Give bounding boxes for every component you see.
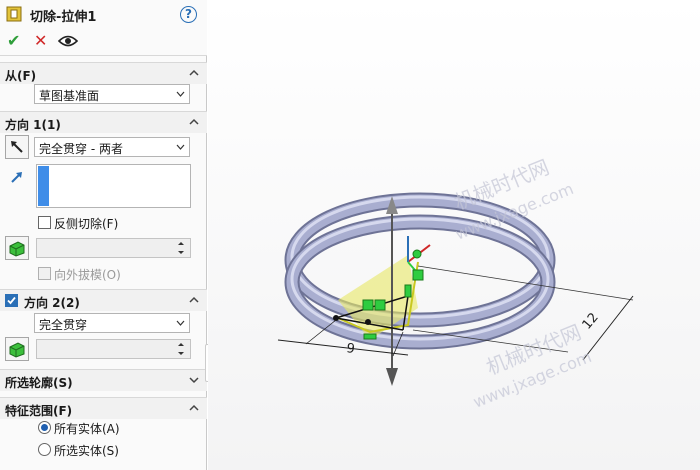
horizontal-relation-icon[interactable] <box>363 333 377 340</box>
flip-side-checkbox[interactable] <box>38 216 51 229</box>
from-section-label: 从(F) <box>5 69 37 83</box>
axis-arrow-down-icon[interactable] <box>386 368 398 386</box>
draft-angle-spinner[interactable] <box>36 238 191 258</box>
direction-reference-listbox[interactable] <box>36 164 191 208</box>
chevron-down-icon[interactable] <box>189 375 199 385</box>
flip-side-label: 反侧切除(F) <box>54 217 119 231</box>
feature-scope-section-header[interactable]: 特征范围(F) <box>0 397 207 419</box>
ok-button[interactable]: ✔ <box>7 33 20 49</box>
vertical-relation-icon[interactable] <box>404 284 412 298</box>
coincident-relation-icon[interactable] <box>412 269 424 281</box>
spin-up-icon[interactable] <box>174 239 188 248</box>
cut-extrude-icon <box>6 6 22 22</box>
spin-down-icon[interactable] <box>174 248 188 257</box>
draft2-angle-spinner[interactable] <box>36 339 191 359</box>
feature-title: 切除-拉伸1 <box>30 10 97 25</box>
model-viewport[interactable]: 9 12 机械时代网 www.jxage.com 机械时代网 www.jxage… <box>208 0 700 470</box>
direction1-end-condition-value: 完全贯穿 - 两者 <box>39 142 123 156</box>
draft-outward-label: 向外拔模(O) <box>54 268 121 282</box>
midpoint-relation-icon[interactable] <box>362 299 374 311</box>
chevron-down-icon <box>176 91 185 97</box>
graphics-area[interactable]: 9 12 机械时代网 www.jxage.com 机械时代网 www.jxage… <box>208 0 700 470</box>
direction2-section-header[interactable]: 方向 2(2) <box>0 289 207 311</box>
help-icon[interactable]: ? <box>180 6 197 23</box>
checkmark-icon <box>7 296 16 305</box>
cancel-button[interactable]: ✕ <box>34 33 47 49</box>
selected-contours-section-header[interactable]: 所选轮廓(S) <box>0 369 207 391</box>
draft-toggle-button[interactable] <box>5 236 29 260</box>
dimension-width-text[interactable]: 9 <box>345 341 355 357</box>
tangent-relation-icon[interactable] <box>374 299 386 311</box>
direction2-end-condition-value: 完全贯穿 <box>39 318 88 332</box>
reverse-direction-button[interactable] <box>5 135 29 159</box>
from-section-header[interactable]: 从(F) <box>0 62 207 84</box>
from-select-value: 草图基准面 <box>39 89 100 103</box>
feature-scope-label: 特征范围(F) <box>5 404 73 418</box>
chevron-down-icon <box>176 144 185 150</box>
origin-point-icon[interactable] <box>412 249 422 259</box>
property-manager-header: 切除-拉伸1 ? ✔ ✕ <box>0 0 207 56</box>
selected-contours-label: 所选轮廓(S) <box>5 376 73 390</box>
direction2-end-condition-select[interactable]: 完全贯穿 <box>34 313 190 333</box>
chevron-up-icon[interactable] <box>189 295 199 305</box>
selected-bodies-radio[interactable] <box>38 443 51 456</box>
draft-cube-icon <box>9 342 25 358</box>
property-manager: 切除-拉伸1 ? ✔ ✕ 从(F) 草图基准面 方向 1(1) 完全贯穿 - 两… <box>0 0 207 470</box>
selected-bodies-label: 所选实体(S) <box>54 444 119 458</box>
draft-outward-checkbox[interactable] <box>38 267 51 280</box>
direction-vector-icon <box>11 172 22 183</box>
spin-up-icon[interactable] <box>174 340 188 349</box>
spin-down-icon[interactable] <box>174 349 188 358</box>
dimension-length-text[interactable]: 12 <box>580 310 602 332</box>
reverse-arrow-icon <box>11 141 23 153</box>
draft2-toggle-button[interactable] <box>5 337 29 361</box>
direction1-section-header[interactable]: 方向 1(1) <box>0 111 207 133</box>
chevron-down-icon <box>176 320 185 326</box>
detailed-preview-eye-icon[interactable] <box>58 34 78 48</box>
draft-cube-icon <box>9 241 25 257</box>
chevron-up-icon[interactable] <box>189 403 199 413</box>
chevron-up-icon[interactable] <box>189 117 199 127</box>
direction2-checkbox[interactable] <box>5 294 18 307</box>
all-bodies-label: 所有实体(A) <box>54 422 120 436</box>
direction2-section-label: 方向 2(2) <box>24 296 80 310</box>
sketch-point[interactable] <box>365 319 371 325</box>
from-select[interactable]: 草图基准面 <box>34 84 190 104</box>
all-bodies-radio[interactable] <box>38 421 51 434</box>
listbox-selection-bar <box>38 166 49 206</box>
direction1-end-condition-select[interactable]: 完全贯穿 - 两者 <box>34 137 190 157</box>
chevron-up-icon[interactable] <box>189 68 199 78</box>
direction1-section-label: 方向 1(1) <box>5 118 61 132</box>
